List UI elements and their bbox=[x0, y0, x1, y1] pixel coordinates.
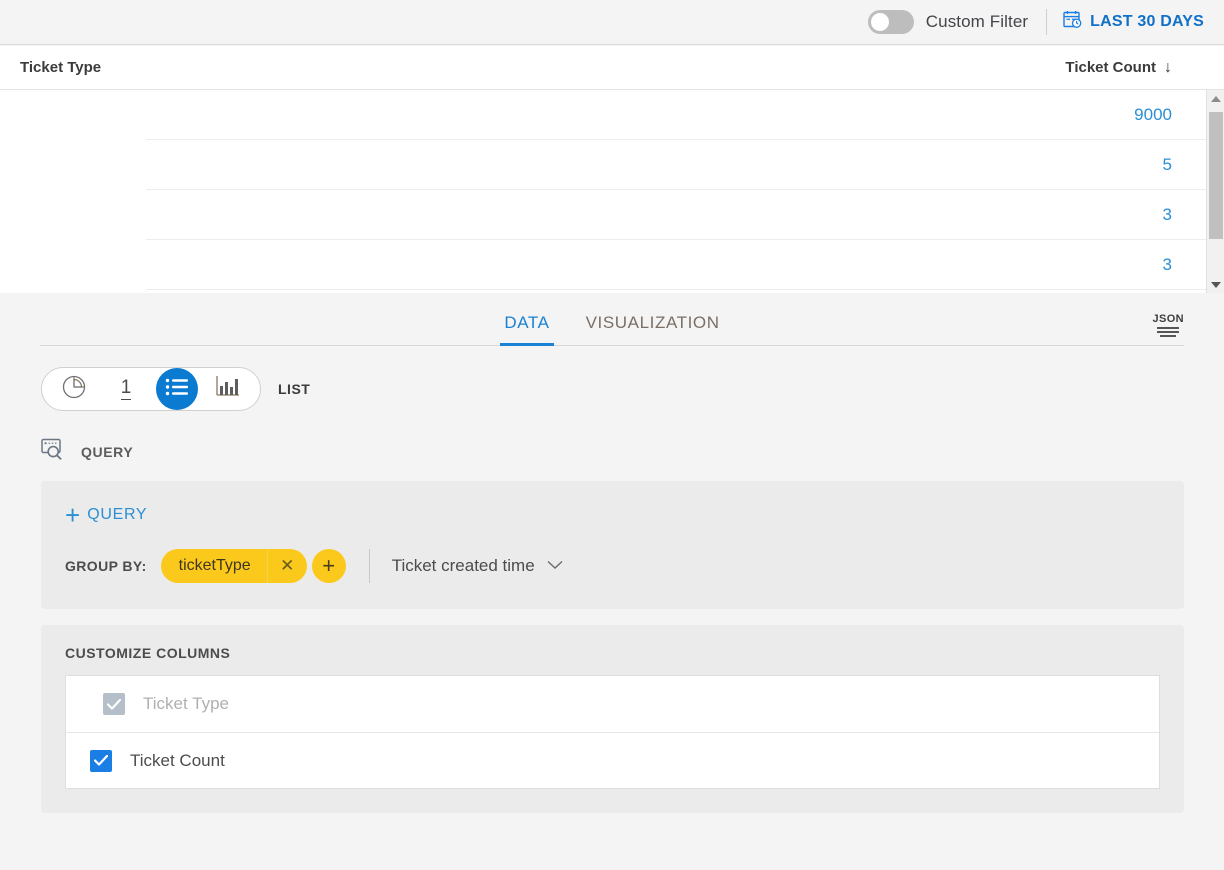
add-query-button[interactable]: + QUERY bbox=[41, 505, 147, 525]
list-icon bbox=[165, 378, 189, 401]
query-section-title: QUERY bbox=[81, 444, 133, 460]
plus-icon: + bbox=[322, 553, 335, 579]
customize-columns-title: CUSTOMIZE COLUMNS bbox=[65, 645, 1160, 661]
group-by-pill[interactable]: ticketType ✕ bbox=[161, 549, 307, 583]
customize-columns-card: CUSTOMIZE COLUMNS Ticket Type Ticket Cou… bbox=[41, 625, 1184, 813]
table-row[interactable]: Task 3 bbox=[0, 190, 1224, 240]
date-range-selector[interactable]: LAST 30 DAYS bbox=[1063, 10, 1204, 34]
column-option-label: Ticket Count bbox=[130, 751, 225, 771]
cell-ticket-count[interactable]: 5 bbox=[1163, 155, 1204, 175]
group-by-divider bbox=[369, 549, 370, 583]
column-header-ticket-count-label: Ticket Count bbox=[1065, 59, 1156, 76]
scroll-up-arrow-icon[interactable] bbox=[1207, 90, 1224, 107]
chart-type-bar[interactable] bbox=[202, 368, 254, 410]
tab-data[interactable]: DATA bbox=[500, 313, 553, 345]
column-option-label: Ticket Type bbox=[143, 694, 229, 714]
panel-tabs: DATA VISUALIZATION JSON bbox=[40, 293, 1184, 346]
add-query-label: QUERY bbox=[87, 506, 147, 524]
toggle-knob bbox=[871, 13, 889, 31]
ticket-count-checkbox[interactable] bbox=[90, 750, 112, 772]
chart-type-label: LIST bbox=[278, 381, 310, 397]
customize-columns-list: Ticket Type Ticket Count bbox=[65, 675, 1160, 789]
group-by-pill-label: ticketType bbox=[161, 557, 267, 575]
table-body: Incident 9000 ServiceRequest 5 Task 3 Ch… bbox=[0, 90, 1224, 293]
top-bar-controls: Custom Filter LAST 30 DAYS bbox=[868, 9, 1224, 35]
json-view-icon[interactable]: JSON bbox=[1152, 314, 1184, 337]
pie-chart-icon bbox=[61, 374, 87, 405]
cell-ticket-count[interactable]: 3 bbox=[1163, 255, 1204, 275]
cell-ticket-type: Incident bbox=[20, 106, 73, 123]
calendar-clock-icon bbox=[1063, 10, 1083, 34]
cell-ticket-count[interactable]: 9000 bbox=[1134, 105, 1204, 125]
chart-type-single-number[interactable]: 1 bbox=[100, 368, 152, 410]
column-option-ticket-type: Ticket Type bbox=[66, 676, 1159, 732]
json-icon-line bbox=[1157, 327, 1179, 329]
column-header-ticket-type[interactable]: Ticket Type bbox=[20, 59, 101, 76]
cell-ticket-count[interactable]: 3 bbox=[1163, 205, 1204, 225]
query-card: + QUERY GROUP BY: ticketType ✕ + Ticket … bbox=[41, 481, 1184, 609]
sort-descending-icon: ↓ bbox=[1164, 59, 1172, 77]
date-range-label: LAST 30 DAYS bbox=[1090, 13, 1204, 31]
chart-type-pie[interactable] bbox=[48, 368, 100, 410]
column-header-ticket-count[interactable]: Ticket Count ↓ bbox=[1065, 59, 1204, 77]
column-option-ticket-count[interactable]: Ticket Count bbox=[66, 732, 1159, 788]
time-field-label: Ticket created time bbox=[392, 556, 535, 576]
toolbar-divider bbox=[1046, 9, 1047, 35]
scroll-down-arrow-icon[interactable] bbox=[1207, 276, 1224, 293]
tab-visualization[interactable]: VISUALIZATION bbox=[582, 313, 724, 345]
plus-icon: + bbox=[65, 505, 80, 525]
group-by-label: GROUP BY: bbox=[65, 558, 147, 574]
json-icon-label: JSON bbox=[1152, 314, 1184, 325]
table-row[interactable]: Incident 9000 bbox=[0, 90, 1224, 140]
chart-type-list[interactable] bbox=[156, 368, 198, 410]
table-row[interactable]: ServiceRequest 5 bbox=[0, 140, 1224, 190]
chart-type-switcher: 1 bbox=[41, 367, 261, 411]
cell-ticket-type: Change bbox=[20, 256, 73, 273]
table-header-row: Ticket Type Ticket Count ↓ bbox=[0, 46, 1224, 90]
add-group-by-button[interactable]: + bbox=[312, 549, 346, 583]
group-by-row: GROUP BY: ticketType ✕ + Ticket created … bbox=[41, 525, 1184, 583]
json-icon-line bbox=[1157, 331, 1179, 333]
results-table: Ticket Type Ticket Count ↓ Incident 9000… bbox=[0, 46, 1224, 293]
chart-type-switcher-row: 1 bbox=[0, 346, 1224, 411]
chevron-down-icon bbox=[547, 557, 563, 575]
single-number-icon: 1 bbox=[121, 378, 132, 400]
table-scrollbar[interactable] bbox=[1206, 90, 1224, 293]
top-bar: Custom Filter LAST 30 DAYS bbox=[0, 0, 1224, 45]
cell-ticket-type: Task bbox=[20, 206, 51, 223]
time-field-dropdown[interactable]: Ticket created time bbox=[392, 556, 563, 576]
custom-filter-label: Custom Filter bbox=[926, 12, 1028, 32]
scrollbar-thumb[interactable] bbox=[1209, 112, 1223, 239]
close-icon[interactable]: ✕ bbox=[267, 549, 307, 583]
tab-list: DATA VISUALIZATION bbox=[500, 313, 723, 345]
query-section-header: QUERY bbox=[0, 411, 1224, 465]
config-panel: DATA VISUALIZATION JSON bbox=[0, 293, 1224, 870]
json-icon-line bbox=[1160, 335, 1176, 337]
ticket-type-checkbox bbox=[103, 693, 125, 715]
custom-filter-toggle[interactable] bbox=[868, 10, 914, 34]
bar-chart-icon bbox=[215, 375, 241, 404]
table-row[interactable]: Change 3 bbox=[0, 240, 1224, 290]
query-search-icon bbox=[41, 438, 67, 465]
cell-ticket-type: ServiceRequest bbox=[20, 156, 126, 173]
